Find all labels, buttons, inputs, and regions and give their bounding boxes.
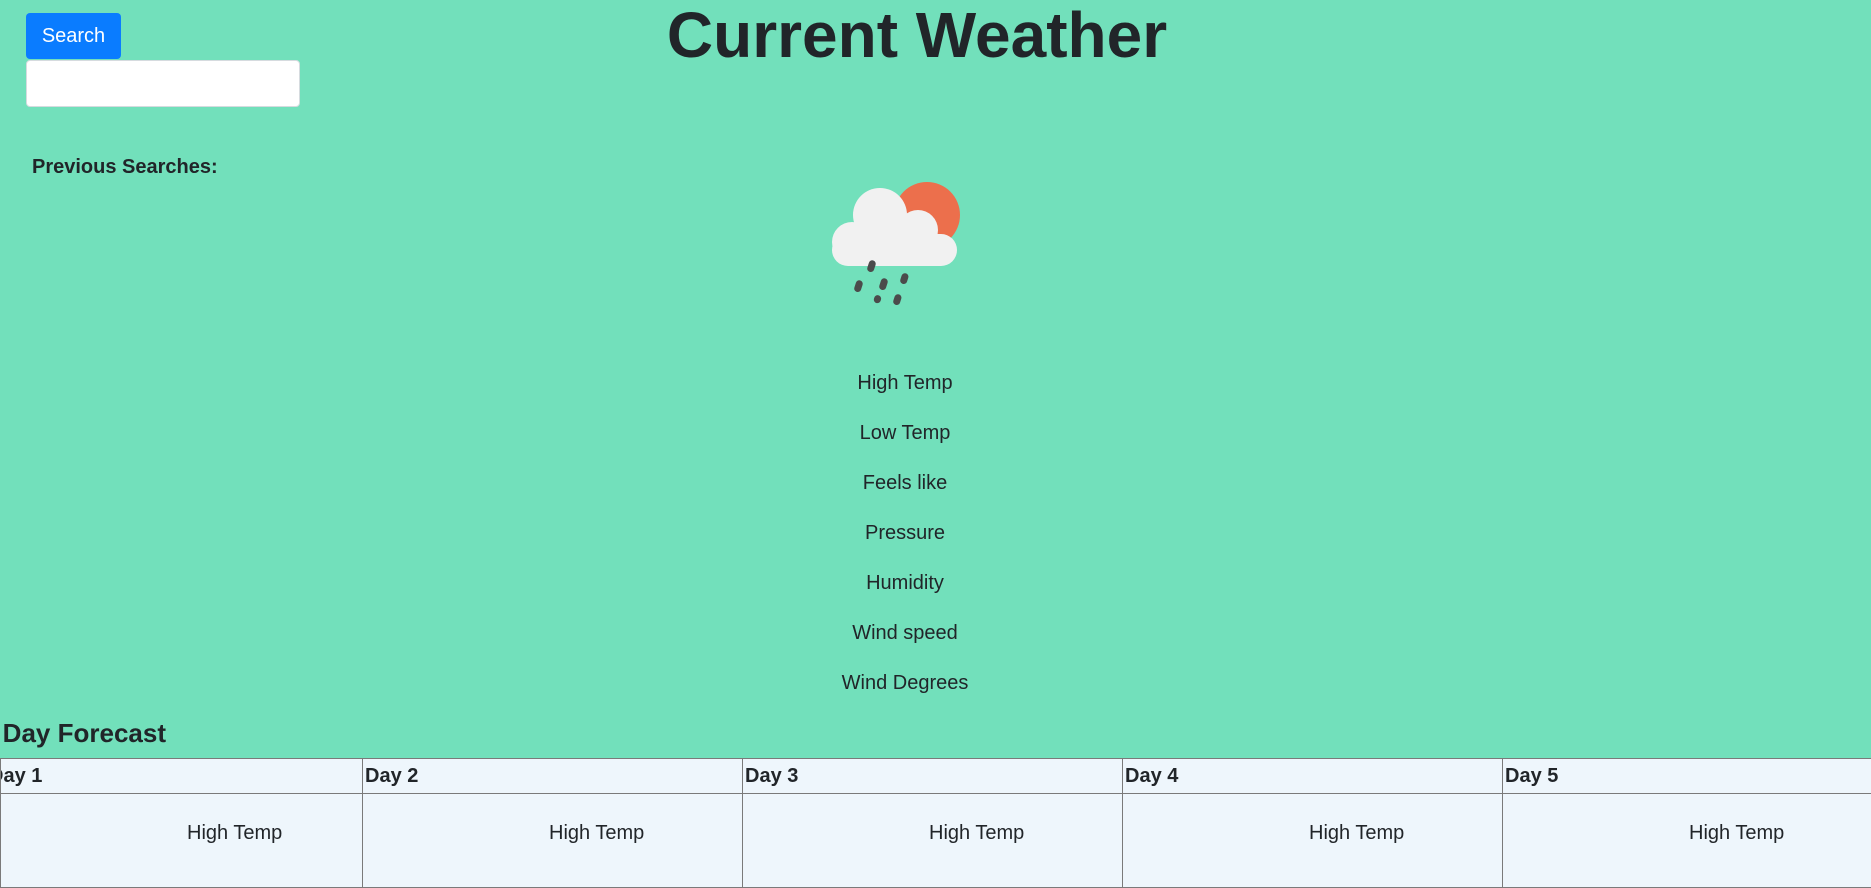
feels-like-label: Feels like	[805, 471, 1005, 495]
forecast-high-temp: High Temp	[2, 822, 361, 845]
forecast-high-temp: High Temp	[364, 822, 741, 845]
pressure-label: Pressure	[805, 521, 1005, 545]
previous-searches-label: Previous Searches:	[32, 156, 218, 179]
wind-degrees-label: Wind Degrees	[805, 671, 1005, 695]
forecast-day-header: Day 3	[743, 759, 1123, 794]
forecast-day-header: Day 2	[363, 759, 743, 794]
forecast-day-header: Day 5	[1503, 759, 1871, 794]
wind-speed-label: Wind speed	[805, 621, 1005, 645]
forecast-day-cell: High Temp	[1, 794, 363, 888]
forecast-day-cell: High Temp	[1503, 794, 1871, 888]
forecast-day-cell: High Temp	[363, 794, 743, 888]
humidity-label: Humidity	[805, 571, 1005, 595]
forecast-day-header: Day 4	[1123, 759, 1503, 794]
forecast-day-cell: High Temp	[1123, 794, 1503, 888]
forecast-high-temp: High Temp	[1124, 822, 1501, 845]
cloud-sun-rain-icon	[826, 178, 966, 310]
forecast-day-header: Day 1	[1, 759, 363, 794]
page-title: Current Weather	[0, 0, 1834, 71]
forecast-high-temp: High Temp	[1504, 822, 1870, 845]
low-temp-label: Low Temp	[805, 421, 1005, 445]
high-temp-label: High Temp	[805, 371, 1005, 395]
forecast-title: 5 Day Forecast	[2, 716, 166, 750]
forecast-high-temp: High Temp	[744, 822, 1121, 845]
forecast-table: Day 1 Day 2 Day 3 Day 4 Day 5 High Temp …	[0, 758, 1871, 888]
forecast-day-cell: High Temp	[743, 794, 1123, 888]
